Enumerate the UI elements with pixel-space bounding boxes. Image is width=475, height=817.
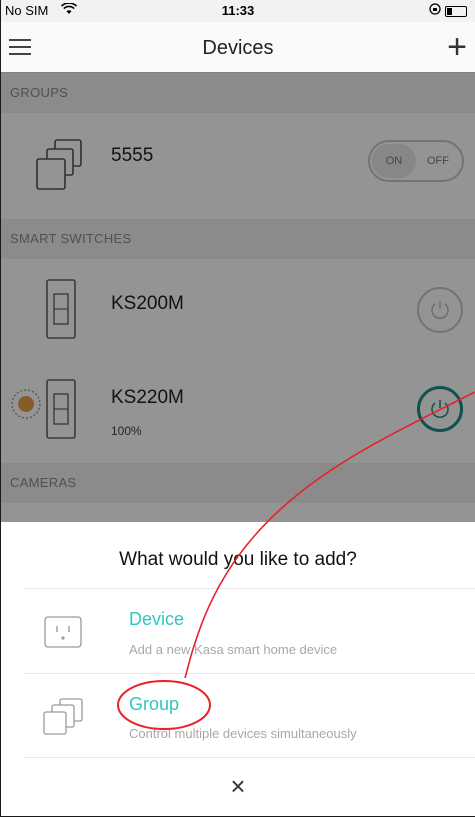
annotation-circle <box>117 680 211 730</box>
app-screen: No SIM 11:33 Devices + GROUPS 5555 ON OF… <box>0 0 475 817</box>
annotation-overlay <box>117 391 475 730</box>
annotation-arrow-line <box>184 391 475 679</box>
